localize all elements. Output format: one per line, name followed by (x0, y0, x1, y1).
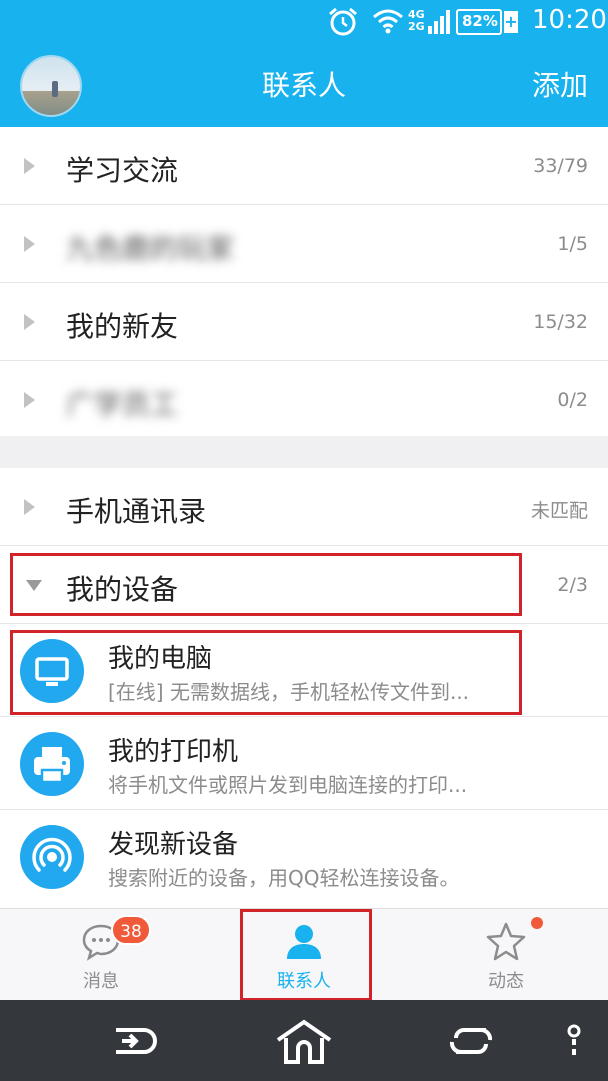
expand-arrow-icon (24, 392, 35, 408)
unread-badge: 38 (111, 915, 151, 945)
status-bar: 4G 2G 82% + 10:20 (0, 0, 608, 44)
section-divider (0, 436, 608, 468)
battery-level: 82% (462, 12, 498, 30)
expand-arrow-icon (24, 499, 35, 515)
group-count: 1/5 (557, 233, 588, 255)
expand-arrow-icon (24, 236, 35, 252)
highlight-box-my-devices (10, 553, 522, 616)
tab-label: 消息 (83, 971, 119, 992)
app-header: 4G 2G 82% + 10:20 联系人 添加 (0, 0, 608, 127)
group-row[interactable]: 九色鹿的玩家 1/5 (0, 205, 608, 283)
page-title: 联系人 (261, 69, 346, 102)
device-description: 搜索附近的设备，用QQ轻松连接设备。 (108, 866, 460, 890)
group-name: 我的新友 (66, 310, 179, 343)
tab-label: 动态 (488, 971, 524, 992)
network-type: 4G 2G (408, 8, 425, 33)
address-book-row[interactable]: 手机通讯录 未匹配 (0, 468, 608, 546)
new-activity-dot (531, 917, 543, 929)
group-name: 九色鹿的玩家 (66, 232, 235, 265)
back-icon[interactable] (108, 1018, 158, 1064)
group-row[interactable]: 我的新友 15/32 (0, 283, 608, 361)
highlight-box-my-computer (10, 630, 522, 715)
group-row[interactable]: 学习交流 33/79 (0, 127, 608, 205)
group-count: 15/32 (533, 311, 588, 333)
alarm-icon (329, 7, 357, 36)
device-row-discover[interactable]: 发现新设备 搜索附近的设备，用QQ轻松连接设备。 (0, 810, 608, 903)
recent-apps-icon[interactable] (446, 1018, 496, 1064)
expand-arrow-icon (24, 158, 35, 174)
menu-icon[interactable] (562, 1018, 586, 1064)
radar-icon (20, 825, 84, 889)
home-icon[interactable] (274, 1018, 334, 1064)
group-name: 学习交流 (66, 154, 179, 187)
star-icon (486, 922, 526, 961)
device-name: 发现新设备 (108, 830, 239, 860)
add-button[interactable]: 添加 (532, 64, 588, 104)
group-row[interactable]: 广学员工 0/2 (0, 361, 608, 439)
system-nav-bar (0, 1000, 608, 1081)
group-name: 广学员工 (66, 388, 179, 421)
group-count: 33/79 (533, 155, 588, 177)
wifi-icon (373, 9, 403, 34)
device-description: 将手机文件或照片发到电脑连接的打印... (108, 773, 468, 797)
printer-icon (20, 732, 84, 796)
clock: 10:20 (532, 5, 607, 35)
charging-icon: + (504, 11, 518, 33)
group-count: 0/2 (557, 389, 588, 411)
expand-arrow-icon (24, 314, 35, 330)
group-name: 手机通讯录 (66, 495, 207, 528)
highlight-box-contacts-tab (240, 909, 372, 1001)
device-name: 我的打印机 (108, 737, 239, 767)
battery-indicator: 82% + (456, 9, 518, 35)
signal-icon (428, 10, 450, 34)
group-count: 2/3 (557, 574, 588, 596)
match-status: 未匹配 (530, 500, 588, 522)
device-row-printer[interactable]: 我的打印机 将手机文件或照片发到电脑连接的打印... (0, 717, 608, 810)
tab-feed[interactable]: 动态 (405, 909, 607, 1001)
tab-messages[interactable]: 38 消息 (0, 909, 202, 1001)
